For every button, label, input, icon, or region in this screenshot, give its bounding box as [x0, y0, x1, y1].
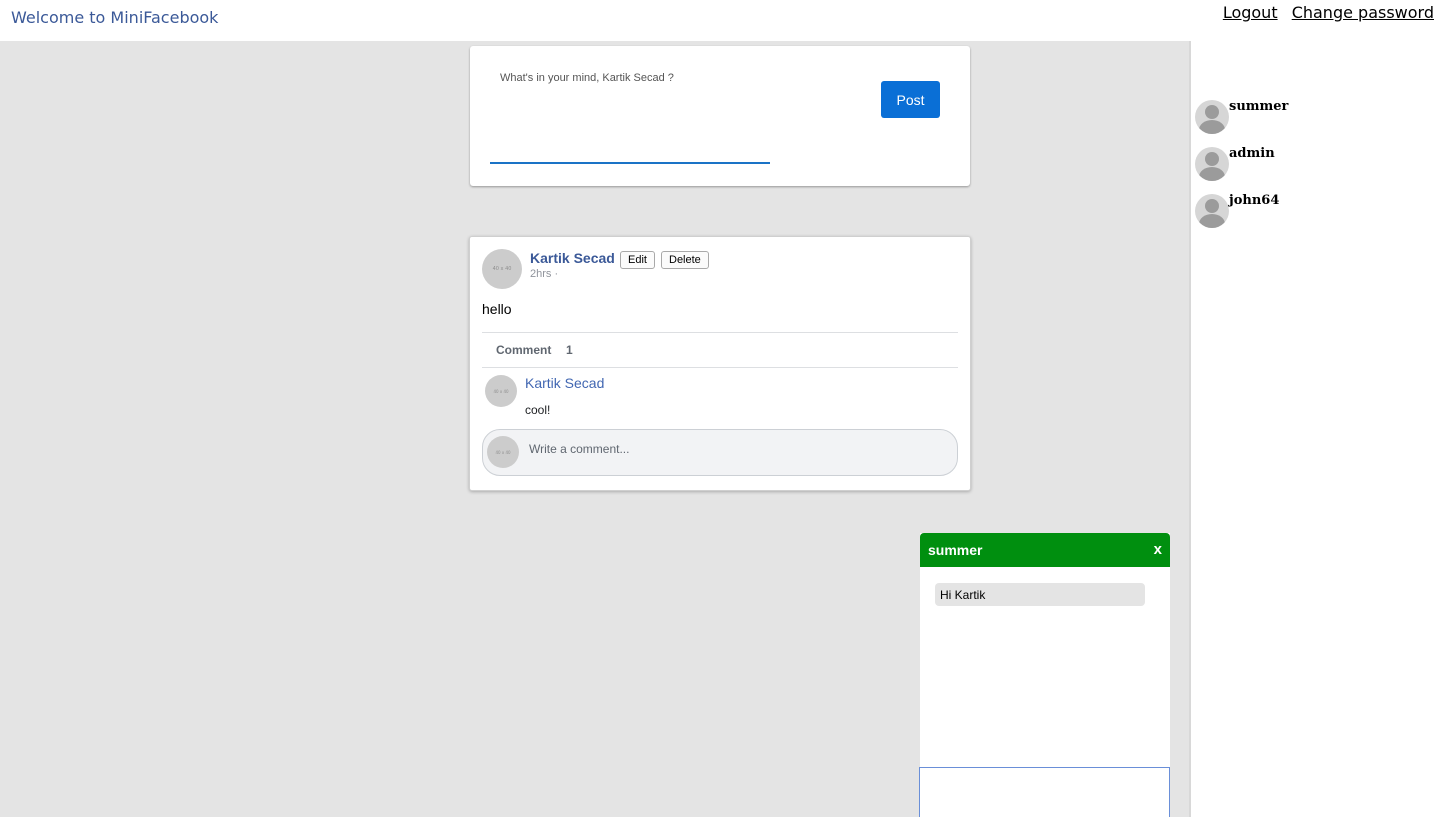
chat-window: summer x Hi Kartik	[919, 533, 1170, 817]
user-avatar-icon	[1195, 194, 1229, 228]
divider	[482, 332, 958, 333]
top-bar: Welcome to MiniFacebook Logout Change pa…	[0, 0, 1440, 41]
logout-link[interactable]: Logout	[1223, 3, 1278, 22]
comment-input[interactable]	[527, 438, 931, 460]
chat-header: summer x	[920, 533, 1170, 567]
delete-post-button[interactable]: Delete	[661, 251, 709, 269]
chat-title: summer	[928, 542, 983, 558]
user-avatar-icon	[1195, 147, 1229, 181]
friend-name: john64	[1229, 193, 1280, 208]
comment-box: 40 x 40	[482, 429, 958, 476]
user-avatar-icon	[1195, 100, 1229, 134]
comment-action[interactable]: Comment	[496, 343, 551, 357]
comment-text: cool!	[525, 403, 551, 417]
post-button[interactable]: Post	[881, 81, 940, 118]
comment-box-avatar: 40 x 40	[487, 436, 519, 468]
post-author-avatar: 40 x 40	[482, 249, 522, 289]
comment-author-avatar: 40 x 40	[485, 375, 517, 407]
post-author-link[interactable]: Kartik Secad	[530, 250, 615, 266]
status-input[interactable]	[490, 68, 770, 164]
post-timestamp: 2hrs ·	[530, 268, 559, 280]
friend-name: admin	[1229, 146, 1275, 161]
edit-post-button[interactable]: Edit	[620, 251, 655, 269]
change-password-link[interactable]: Change password	[1292, 3, 1434, 22]
chat-message-input[interactable]	[919, 767, 1170, 817]
chat-message: Hi Kartik	[935, 583, 1145, 606]
comment-count: 1	[566, 343, 573, 357]
online-friends-sidebar: summer admin john64	[1189, 41, 1440, 817]
close-chat-button[interactable]: x	[1154, 541, 1162, 558]
app-title-link[interactable]: Welcome to MiniFacebook	[11, 8, 218, 27]
comment-author-link[interactable]: Kartik Secad	[525, 375, 604, 391]
post-body: hello	[482, 301, 512, 317]
divider	[482, 367, 958, 368]
post-card: 40 x 40 Kartik Secad Edit Delete 2hrs · …	[469, 236, 971, 491]
top-links: Logout Change password	[1214, 3, 1434, 22]
post-composer: Post	[470, 46, 970, 186]
friend-name: summer	[1229, 99, 1289, 114]
